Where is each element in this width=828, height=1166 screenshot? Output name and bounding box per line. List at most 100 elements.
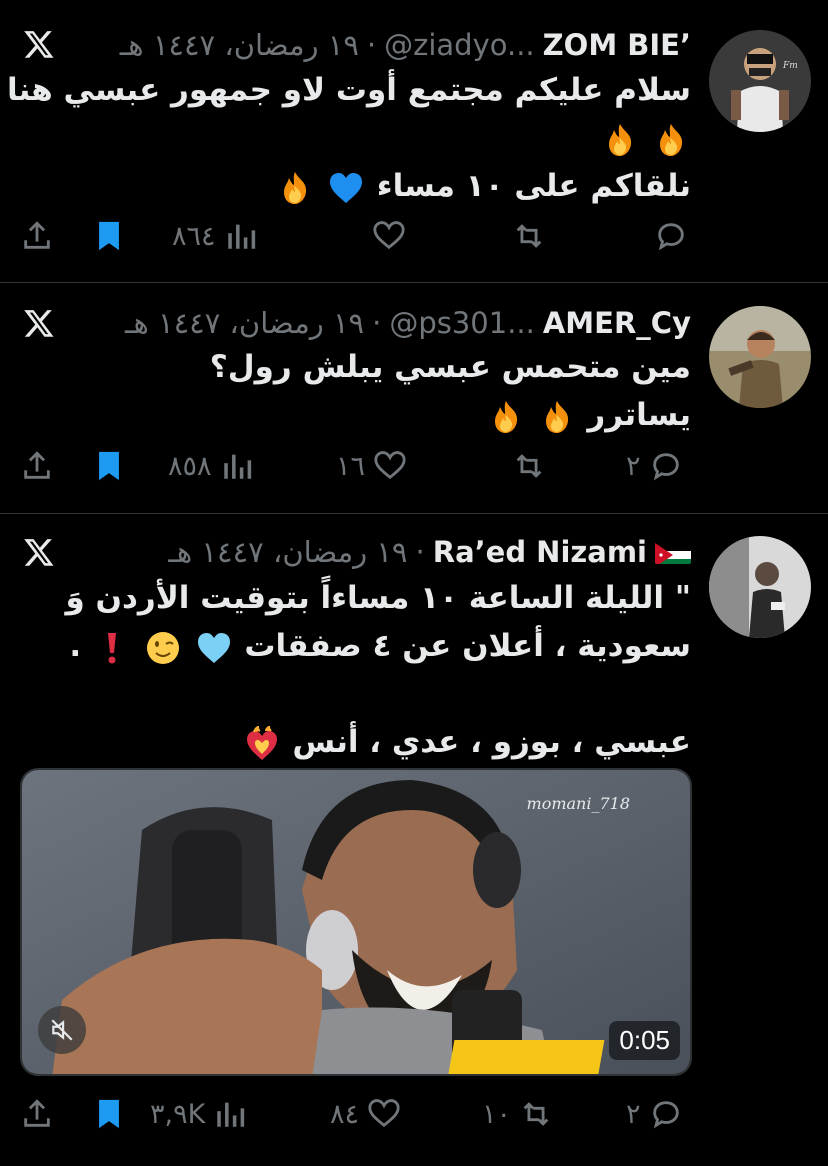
video-watermark: momani_718 xyxy=(526,794,630,813)
tweet-1[interactable]: Fm ZOM BIE’ @ziadyo... · ١٩ رمضان، ١٤٤٧ … xyxy=(0,0,828,282)
tweet-line-text: عبسي ، بوزو ، عدي ، أنس xyxy=(292,724,691,760)
display-name[interactable]: ZOM BIE’ xyxy=(543,28,691,62)
share-icon xyxy=(24,451,50,479)
views-icon xyxy=(217,1102,245,1127)
views-button[interactable]: ٣,٩K xyxy=(150,1094,247,1134)
tweet-line: سعودية ، أعلان عن ٤ صفقات . xyxy=(65,622,691,670)
share-button[interactable] xyxy=(20,1094,54,1134)
reply-count: ٢ xyxy=(626,1098,641,1130)
retweet-button[interactable]: ١٠ xyxy=(482,1094,553,1134)
x-logo-icon xyxy=(22,536,56,568)
reply-count: ٢ xyxy=(626,450,641,482)
separator-dot: · xyxy=(415,535,425,569)
muted-speaker-icon xyxy=(51,1019,73,1041)
handle[interactable]: @ziadyo... xyxy=(384,28,535,62)
action-bar: ٨٦٤ xyxy=(0,216,828,256)
winking-face-emoji xyxy=(146,631,179,664)
reply-icon xyxy=(652,1101,679,1129)
tweet-header: AMER_Cy @ps301... · ١٩ رمضان، ١٤٤٧ هـ xyxy=(125,303,691,343)
reply-icon xyxy=(658,223,684,251)
fire-emoji xyxy=(660,123,683,156)
mute-button[interactable] xyxy=(38,1006,86,1054)
fire-emoji xyxy=(494,400,517,433)
reply-button[interactable]: ٢ xyxy=(626,446,683,486)
tweet-line-text: سعودية ، أعلان عن ٤ صفقات xyxy=(244,628,691,664)
fire-emoji xyxy=(284,171,307,204)
bookmark-icon xyxy=(99,221,119,251)
share-button[interactable] xyxy=(20,446,54,486)
views-button[interactable]: ٨٥٨ xyxy=(168,446,254,486)
x-logo-icon xyxy=(22,307,56,339)
action-bar: ٣,٩K ٨٤ ١٠ ٢ xyxy=(0,1094,828,1134)
bookmark-button[interactable] xyxy=(92,446,126,486)
tweet-header: ZOM BIE’ @ziadyo... · ١٩ رمضان، ١٤٤٧ هـ xyxy=(120,25,691,65)
tweet-line: " الليلة الساعة ١٠ مساءاً بتوقيت الأردن … xyxy=(65,580,691,616)
share-icon xyxy=(24,1099,50,1127)
avatar[interactable]: Fm xyxy=(709,30,811,132)
action-bar: ٨٥٨ ١٦ ٢ xyxy=(0,446,828,486)
blue-heart-emoji xyxy=(329,172,362,203)
tweet-line: نلقاكم على ١٠ مساء xyxy=(7,162,691,210)
timestamp[interactable]: ١٩ رمضان، ١٤٤٧ هـ xyxy=(168,535,407,569)
tweet-text: مين متحمس عبسي يبلش رول؟ يساترر xyxy=(210,343,691,439)
share-button[interactable] xyxy=(20,216,54,256)
like-count: ٨٤ xyxy=(330,1098,360,1130)
heart-icon xyxy=(368,1099,400,1128)
jordan-flag-icon xyxy=(655,540,691,564)
views-count: ٨٦٤ xyxy=(172,220,216,252)
x-logo-icon xyxy=(22,28,56,60)
display-name[interactable]: AMER_Cy xyxy=(543,306,691,340)
svg-text:Fm: Fm xyxy=(782,61,798,71)
tweet-line-text: يساترر xyxy=(587,397,691,433)
reply-button[interactable]: ٢ xyxy=(626,1094,683,1134)
reply-icon xyxy=(652,453,679,481)
display-name[interactable]: Ra’ed Nizami xyxy=(433,535,647,569)
heart-icon xyxy=(373,221,405,250)
avatar[interactable] xyxy=(709,536,811,638)
tweet-header: Ra’ed Nizami · ١٩ رمضان، ١٤٤٧ هـ xyxy=(168,532,691,572)
tweet-line: يساترر xyxy=(210,391,691,439)
like-button[interactable]: ١٦ xyxy=(336,446,407,486)
heart-on-fire-emoji xyxy=(246,725,277,760)
like-count: ١٦ xyxy=(336,450,366,482)
tweet-text: " الليلة الساعة ١٠ مساءاً بتوقيت الأردن … xyxy=(65,574,691,766)
retweet-button[interactable] xyxy=(512,446,546,486)
timestamp[interactable]: ١٩ رمضان، ١٤٤٧ هـ xyxy=(120,28,359,62)
handle[interactable]: @ps301... xyxy=(389,306,535,340)
tweet-line: مين متحمس عبسي يبلش رول؟ xyxy=(209,349,691,385)
tweet-line-text: نلقاكم على ١٠ مساء xyxy=(376,168,691,204)
bookmark-button[interactable] xyxy=(92,216,126,256)
views-icon xyxy=(227,224,255,249)
like-button[interactable] xyxy=(372,216,406,256)
fire-emoji xyxy=(609,123,632,156)
separator-dot: · xyxy=(372,306,382,340)
tweet-line: عبسي ، بوزو ، عدي ، أنس xyxy=(65,718,691,766)
views-icon xyxy=(223,454,251,479)
retweet-count: ١٠ xyxy=(482,1098,512,1130)
share-icon xyxy=(24,221,50,249)
views-count: ٨٥٨ xyxy=(168,450,212,482)
retweet-icon xyxy=(516,224,542,248)
tweet-3[interactable]: Ra’ed Nizami · ١٩ رمضان، ١٤٤٧ هـ " الليل… xyxy=(0,514,828,1166)
tweet-text: سلام عليكم مجتمع أوت لاو جمهور عبسي هنا … xyxy=(7,66,691,210)
exclamation-emoji xyxy=(107,632,116,663)
tweet-2[interactable]: AMER_Cy @ps301... · ١٩ رمضان، ١٤٤٧ هـ مي… xyxy=(0,283,828,513)
timestamp[interactable]: ١٩ رمضان، ١٤٤٧ هـ xyxy=(125,306,364,340)
bookmark-icon xyxy=(99,1099,119,1129)
video-player[interactable]: momani_718 0:05 xyxy=(20,768,692,1076)
video-duration: 0:05 xyxy=(609,1021,680,1060)
heart-icon xyxy=(374,451,406,480)
reply-button[interactable] xyxy=(654,216,688,256)
like-button[interactable]: ٨٤ xyxy=(330,1094,401,1134)
bookmark-button[interactable] xyxy=(92,1094,126,1134)
period: . xyxy=(69,628,82,664)
retweet-icon xyxy=(523,1102,549,1126)
retweet-icon xyxy=(516,454,542,478)
views-button[interactable]: ٨٦٤ xyxy=(172,216,258,256)
bookmark-icon xyxy=(99,451,119,481)
avatar[interactable] xyxy=(709,306,811,408)
fire-emoji xyxy=(545,400,568,433)
emoji-line xyxy=(7,114,691,162)
retweet-button[interactable] xyxy=(512,216,546,256)
